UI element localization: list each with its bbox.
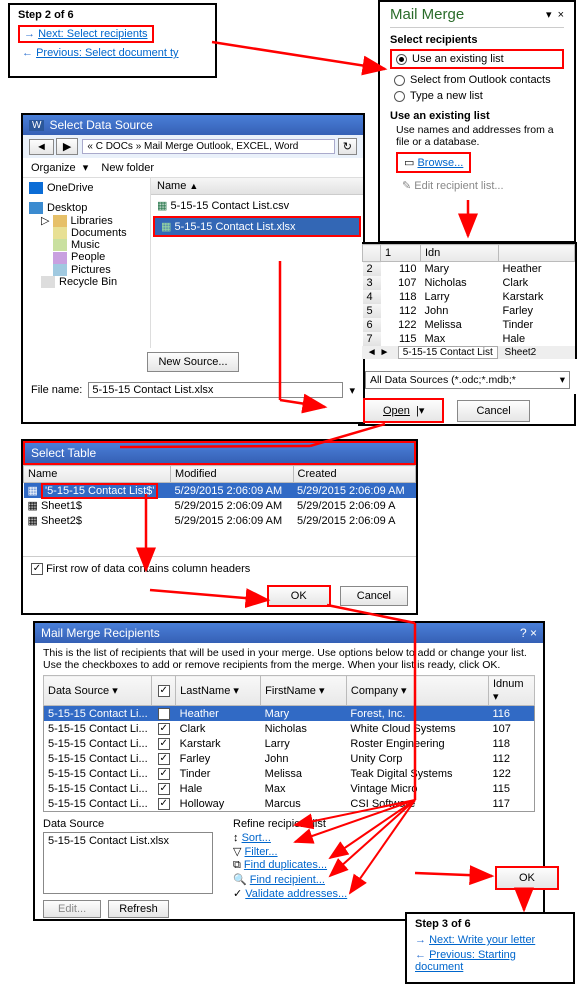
edit-icon: ✎ [402, 180, 411, 192]
select-data-source-dialog: W Select Data Source ◄ ▶ « C DOCs » Mail… [21, 113, 365, 424]
newfolder-btn[interactable]: New folder [101, 162, 154, 174]
close-icon[interactable]: ▾ × [546, 8, 564, 21]
radio-icon [396, 54, 407, 65]
word-icon: W [29, 120, 44, 131]
tree-libraries[interactable]: ▷ Libraries [41, 214, 148, 227]
file-xlsx[interactable]: ▦ 5-15-15 Contact List.xlsx [153, 216, 361, 237]
arrow-left-icon: ← [22, 47, 33, 59]
find-link[interactable]: 🔍 Find recipient... [233, 873, 535, 886]
opt-existing[interactable]: Use an existing list [390, 49, 564, 69]
browse-icon: ▭ [404, 157, 414, 169]
filter-icon: ▽ [233, 846, 241, 858]
sort-link[interactable]: ↕ Sort... [233, 832, 535, 844]
edit-button[interactable]: Edit... [43, 900, 101, 918]
recipients-desc: This is the list of recipients that will… [35, 643, 543, 675]
step3-next-link[interactable]: → Next: Write your letter [415, 934, 565, 946]
nav-tree: OneDrive Desktop ▷ Libraries Documents M… [23, 178, 151, 348]
ds-section-label: Data Source [43, 818, 213, 830]
radio-icon [394, 75, 405, 86]
help-icon[interactable]: ? [520, 626, 527, 640]
use-existing-help: Use names and addresses from a file or a… [396, 124, 564, 148]
select-table-title: Select Table [23, 441, 416, 465]
firstrow-label: First row of data contains column header… [46, 563, 250, 575]
nav-back[interactable]: ◄ [29, 139, 54, 155]
toolbar: Organize ▾ New folder [23, 158, 363, 178]
find-icon: 🔍 [233, 874, 247, 886]
col-created[interactable]: Created [293, 466, 416, 483]
tree-onedrive[interactable]: OneDrive [29, 182, 148, 194]
sheet-tab-1[interactable]: 5-15-15 Contact List [398, 346, 498, 359]
cancel-button[interactable]: Cancel [340, 586, 408, 606]
recipients-ok-button[interactable]: OK [495, 866, 559, 890]
col-name[interactable]: Name [24, 466, 171, 483]
ok-button[interactable]: OK [267, 585, 331, 607]
arrow-left-icon: ← [415, 949, 426, 961]
file-list: Name ▲ ▦ 5-15-15 Contact List.csv ▦ 5-15… [151, 178, 363, 348]
dialog-title-bar: W Select Data Source [23, 115, 363, 135]
sheet-icon: ▦ [28, 485, 38, 497]
filter-combo[interactable]: All Data Sources (*.odc;*.mdb;*▾ [365, 371, 570, 396]
organize-menu[interactable]: Organize [31, 162, 76, 174]
step2-title: Step 2 of 6 [18, 9, 207, 21]
excel-preview: 1Idn 2110MaryHeather 3107NicholasClark 4… [362, 242, 577, 359]
firstrow-checkbox[interactable]: ✓ [31, 563, 43, 575]
nav-fwd[interactable]: ▶ [56, 138, 78, 155]
sheet-tab-2[interactable]: Sheet2 [501, 347, 541, 358]
opt-new[interactable]: Type a new list [390, 88, 564, 104]
refine-section-label: Refine recipient list [233, 818, 535, 830]
mailmerge-pane: Mail Merge ▾ × Select recipients Use an … [378, 0, 576, 243]
recipients-dialog: Mail Merge Recipients ? × This is the li… [33, 621, 545, 921]
excel-icon: ▦ [157, 200, 167, 212]
sort-icon: ↕ [233, 832, 239, 844]
step2-panel: Step 2 of 6 → Next: Select recipients ← … [8, 3, 217, 78]
step2-next-link[interactable]: → Next: Select recipients [18, 25, 154, 43]
ds-listbox[interactable]: 5-15-15 Contact List.xlsx [43, 832, 213, 894]
validate-icon: ✓ [233, 888, 242, 900]
browse-link[interactable]: ▭ Browse... [396, 152, 471, 173]
file-csv[interactable]: ▦ 5-15-15 Contact List.csv [151, 195, 363, 216]
edit-recipient-link[interactable]: ✎ Edit recipient list... [396, 177, 564, 194]
tree-pictures[interactable]: Pictures [53, 264, 148, 276]
filename-label: File name: [31, 384, 82, 396]
step3-panel: Step 3 of 6 → Next: Write your letter ← … [405, 912, 575, 984]
col-modified[interactable]: Modified [171, 466, 293, 483]
filename-input[interactable] [88, 382, 343, 398]
excel-icon: ▦ [161, 221, 171, 233]
tree-music[interactable]: Music [53, 239, 148, 251]
tree-people[interactable]: People [53, 251, 148, 263]
filter-link[interactable]: ▽ Filter... [233, 845, 535, 858]
close-icon[interactable]: × [530, 626, 537, 640]
mailmerge-title: Mail Merge [390, 6, 464, 23]
use-existing-label: Use an existing list [390, 110, 564, 122]
radio-icon [394, 91, 405, 102]
opt-outlook[interactable]: Select from Outlook contacts [390, 72, 564, 88]
recipients-title: Mail Merge Recipients ? × [35, 623, 543, 643]
tree-desktop[interactable]: Desktop [29, 202, 148, 214]
select-recipients-label: Select recipients [390, 34, 564, 46]
breadcrumb-path[interactable]: « C DOCs » Mail Merge Outlook, EXCEL, Wo… [82, 139, 334, 154]
sheet-icon: ▦ [28, 515, 38, 527]
arrow-right-icon: → [24, 28, 35, 40]
sheet-icon: ▦ [28, 500, 38, 512]
table-row[interactable]: Sheet1$ [41, 500, 82, 512]
dup-icon: ⧉ [233, 859, 241, 871]
tree-recycle[interactable]: Recycle Bin [41, 276, 148, 288]
checkall[interactable]: ✓ [158, 685, 170, 697]
step3-prev-link[interactable]: ← Previous: Starting document [415, 949, 565, 973]
dup-link[interactable]: ⧉ Find duplicates... [233, 859, 535, 872]
filename-dropdown[interactable]: ▾ [349, 384, 355, 397]
col-name[interactable]: Name [157, 180, 186, 192]
step3-title: Step 3 of 6 [415, 918, 565, 930]
select-table-dialog: Select Table NameModifiedCreated ▦ '5-15… [21, 439, 418, 615]
table-row[interactable]: Sheet2$ [41, 515, 82, 527]
new-source-btn[interactable]: New Source... [147, 352, 238, 372]
table-row[interactable]: '5-15-15 Contact List$' [41, 483, 158, 499]
arrow-right-icon: → [415, 934, 426, 946]
step2-prev-link[interactable]: ← Previous: Select document ty [18, 46, 207, 60]
breadcrumb-bar: ◄ ▶ « C DOCs » Mail Merge Outlook, EXCEL… [23, 135, 363, 158]
validate-link[interactable]: ✓ Validate addresses... [233, 887, 535, 900]
tree-documents[interactable]: Documents [53, 227, 148, 239]
refresh-button[interactable]: Refresh [108, 900, 169, 918]
refresh-icon[interactable]: ↻ [338, 138, 357, 155]
